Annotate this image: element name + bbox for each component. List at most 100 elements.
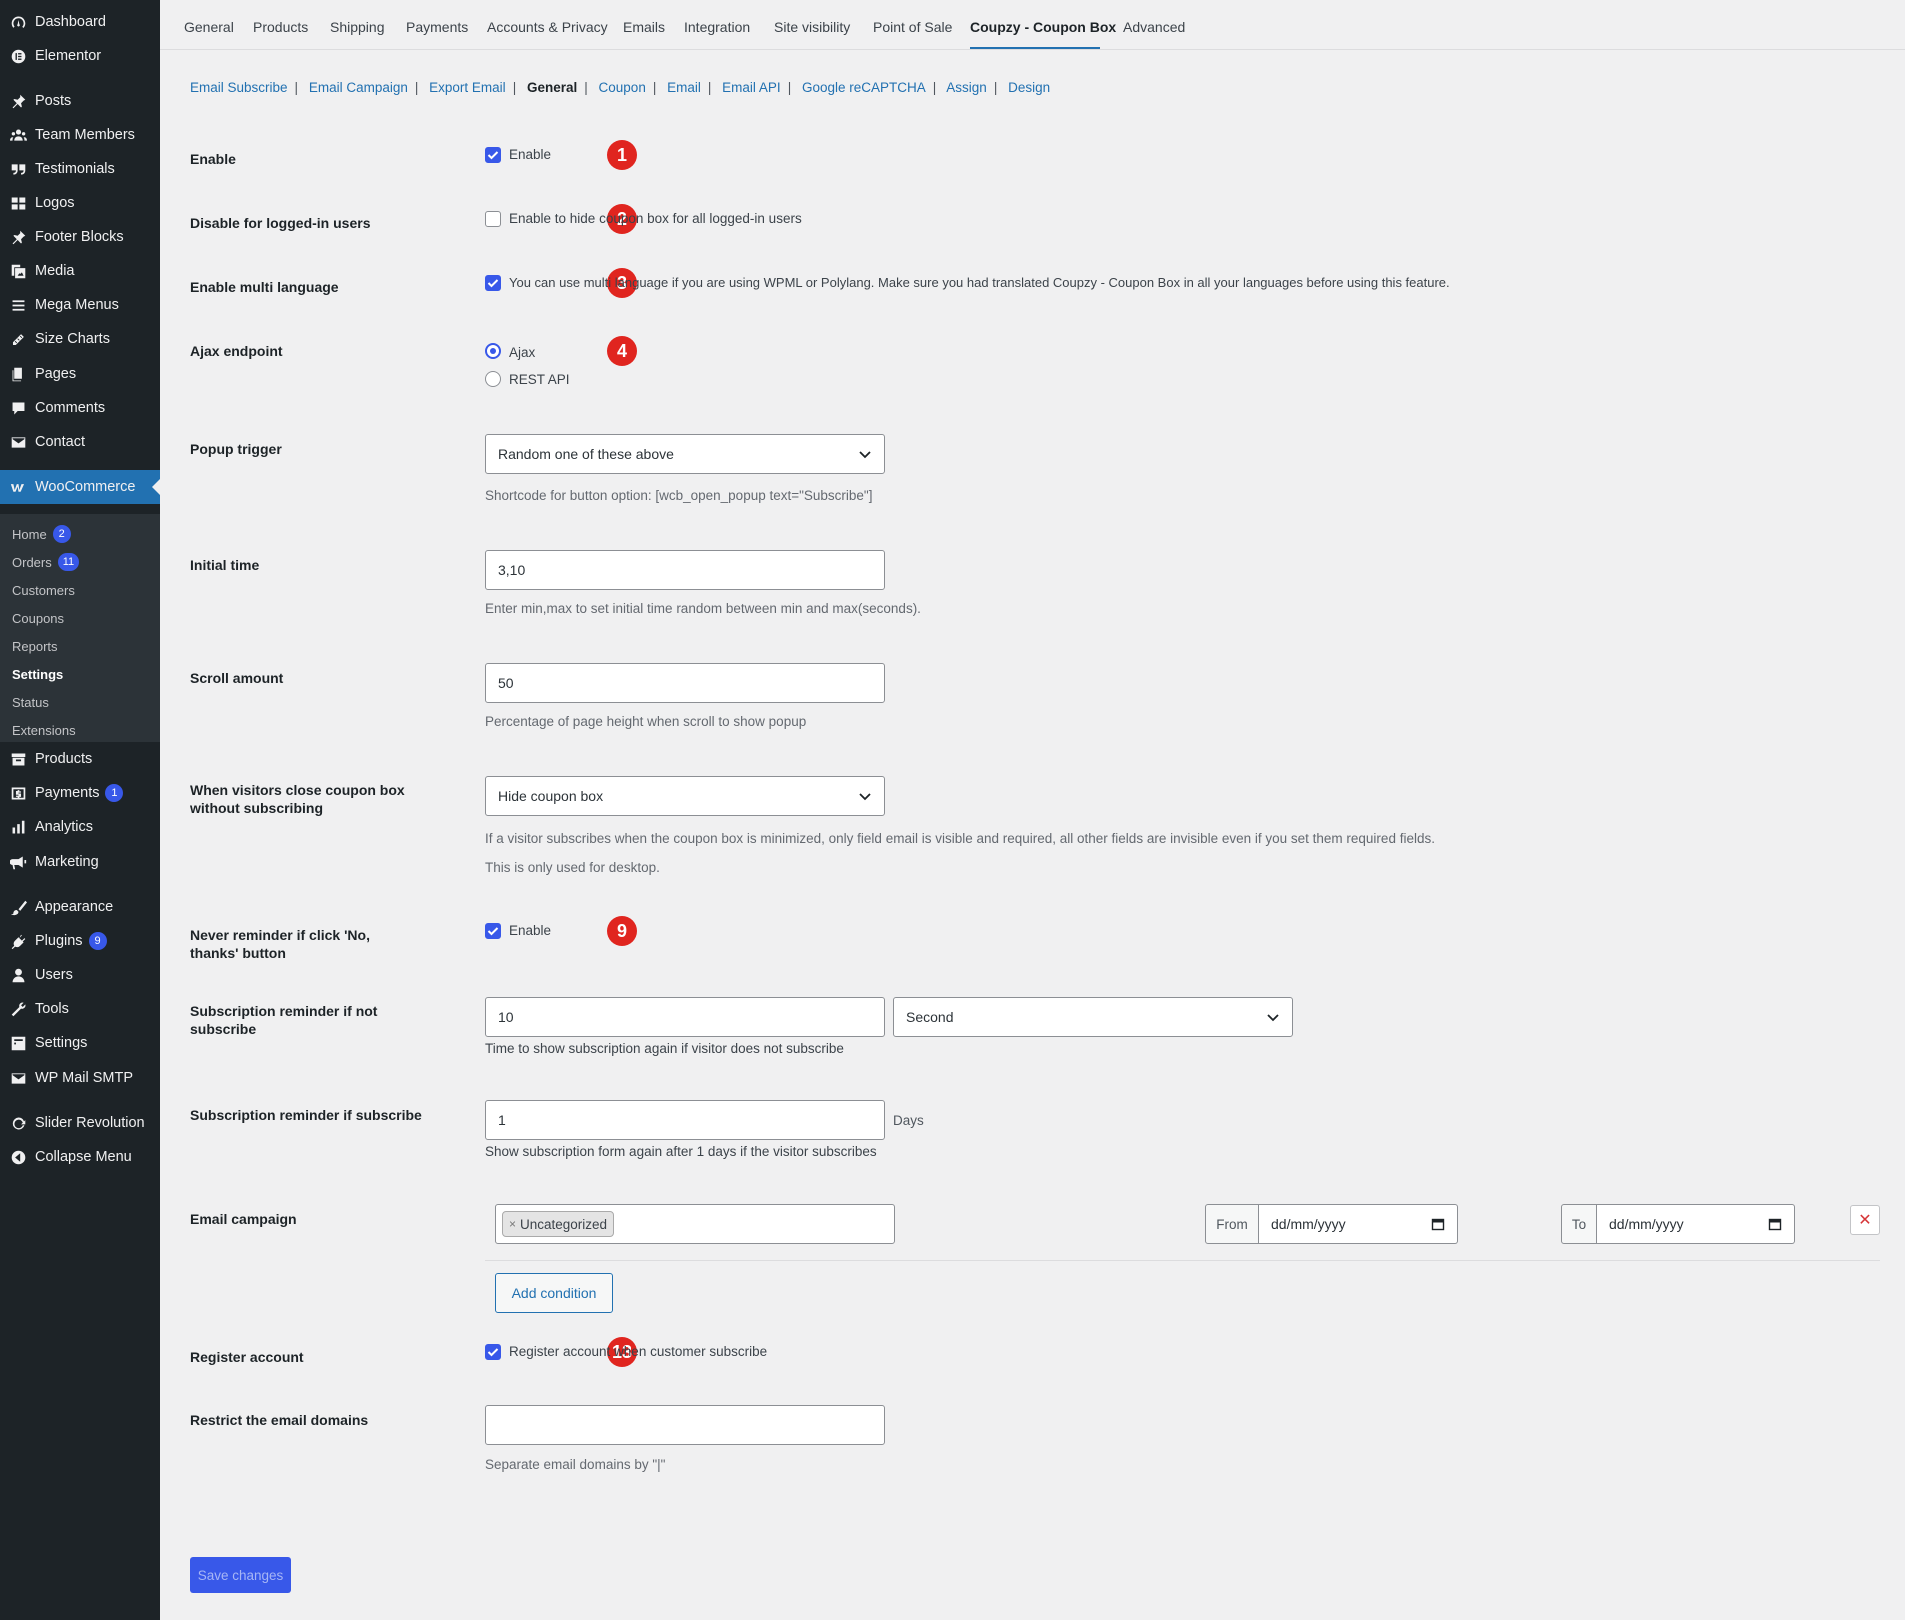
multi-language-checkbox[interactable] <box>485 275 501 291</box>
sidebar-item-products[interactable]: Products <box>0 742 160 776</box>
setting-label-reminder-not-subscribe: Subscription reminder if not subscribe <box>190 1003 378 1037</box>
submenu-item-settings[interactable]: Settings <box>12 664 63 684</box>
calendar-icon[interactable] <box>1768 1217 1782 1231</box>
tab-payments[interactable]: Payments <box>406 19 468 35</box>
remove-condition-button[interactable]: ✕ <box>1850 1205 1880 1235</box>
sidebar-item-mega-menus[interactable]: Mega Menus <box>0 288 160 322</box>
sidebar-item-label: WooCommerce <box>35 479 136 495</box>
tab-site-visibility[interactable]: Site visibility <box>774 19 850 35</box>
sidebar-item-marketing[interactable]: Marketing <box>0 845 160 879</box>
subnav-export-email[interactable]: Export Email <box>429 80 506 95</box>
sidebar-item-footer-blocks[interactable]: Footer Blocks <box>0 220 160 254</box>
sidebar-item-team-members[interactable]: Team Members <box>0 118 160 152</box>
scroll-amount-input[interactable]: 50 <box>485 663 885 703</box>
tab-shipping[interactable]: Shipping <box>330 19 385 35</box>
sidebar-item-woocommerce[interactable]: WooCommerce <box>0 470 160 504</box>
pin-icon <box>9 92 27 110</box>
dashboard-icon <box>9 13 27 31</box>
sidebar-item-media[interactable]: Media <box>0 254 160 288</box>
add-condition-button[interactable]: Add condition <box>495 1273 613 1313</box>
setting-label-register-account: Register account <box>190 1349 304 1365</box>
calendar-icon[interactable] <box>1431 1217 1445 1231</box>
campaign-multiselect[interactable]: × Uncategorized <box>495 1204 895 1244</box>
submenu-item-reports[interactable]: Reports <box>12 636 58 656</box>
submenu-item-customers[interactable]: Customers <box>12 580 75 600</box>
groups-icon <box>9 126 27 144</box>
submenu-item-home[interactable]: Home 2 <box>12 524 71 544</box>
subnav-google-recaptcha[interactable]: Google reCAPTCHA <box>802 80 926 95</box>
subnav-design[interactable]: Design <box>1008 80 1050 95</box>
subnav-general[interactable]: General <box>527 80 577 95</box>
register-account-checkbox[interactable] <box>485 1344 501 1360</box>
disable-logged-in-checkbox[interactable] <box>485 211 501 227</box>
mail-icon <box>9 433 27 451</box>
field-description: Percentage of page height when scroll to… <box>485 714 807 729</box>
sidebar-item-testimonials[interactable]: Testimonials <box>0 152 160 186</box>
sidebar-item-settings[interactable]: Settings <box>0 1026 160 1060</box>
submenu-item-status[interactable]: Status <box>12 692 49 712</box>
reminder-subscribe-input[interactable]: 1 <box>485 1100 885 1140</box>
subnav-email-api[interactable]: Email API <box>722 80 781 95</box>
step-marker: 9 <box>607 916 637 946</box>
sidebar-item-payments[interactable]: Payments 1 <box>0 776 160 810</box>
to-date-input[interactable]: dd/mm/yyyy <box>1597 1204 1795 1244</box>
collapse-menu-button[interactable]: Collapse Menu <box>0 1140 160 1174</box>
quote-icon <box>9 160 27 178</box>
setting-label-never-reminder: Never reminder if click 'No, thanks' but… <box>190 927 370 961</box>
tab-accounts-privacy[interactable]: Accounts & Privacy <box>487 19 608 35</box>
sidebar-item-label: Mega Menus <box>35 297 119 313</box>
sidebar-item-analytics[interactable]: Analytics <box>0 810 160 844</box>
close-action-select[interactable]: Hide coupon box <box>485 776 885 816</box>
setting-label-reminder-subscribe: Subscription reminder if subscribe <box>190 1107 422 1123</box>
settings-tabs: General Products Shipping Payments Accou… <box>160 0 1905 50</box>
sidebar-item-slider-revolution[interactable]: Slider Revolution <box>0 1106 160 1140</box>
sidebar-item-dashboard[interactable]: Dashboard <box>0 5 160 39</box>
sidebar-item-contact[interactable]: Contact <box>0 425 160 459</box>
submenu-item-extensions[interactable]: Extensions <box>12 720 76 740</box>
subnav-coupon[interactable]: Coupon <box>599 80 646 95</box>
sidebar-item-pages[interactable]: Pages <box>0 357 160 391</box>
remove-chip-icon[interactable]: × <box>509 1217 516 1231</box>
sidebar-item-label: Size Charts <box>35 331 110 347</box>
tab-advanced[interactable]: Advanced <box>1123 19 1185 35</box>
rest-api-radio[interactable] <box>485 371 501 387</box>
subnav-email-campaign[interactable]: Email Campaign <box>309 80 408 95</box>
sidebar-item-size-charts[interactable]: Size Charts <box>0 322 160 356</box>
main-content: General Products Shipping Payments Accou… <box>160 0 1905 1620</box>
tab-coupzy-coupon-box[interactable]: Coupzy - Coupon Box <box>970 19 1116 35</box>
reminder-not-subscribe-input[interactable]: 10 <box>485 997 885 1037</box>
sidebar-item-comments[interactable]: Comments <box>0 391 160 425</box>
subnav-assign[interactable]: Assign <box>946 80 987 95</box>
from-date-input[interactable]: dd/mm/yyyy <box>1259 1204 1458 1244</box>
sidebar-item-posts[interactable]: Posts <box>0 84 160 118</box>
setting-label-multi-language: Enable multi language <box>190 279 339 295</box>
popup-trigger-select[interactable]: Random one of these above <box>485 434 885 474</box>
sidebar-item-plugins[interactable]: Plugins 9 <box>0 924 160 958</box>
sidebar-item-logos[interactable]: Logos <box>0 186 160 220</box>
field-description: This is only used for desktop. <box>485 860 660 875</box>
never-reminder-checkbox[interactable] <box>485 923 501 939</box>
sidebar-item-tools[interactable]: Tools <box>0 992 160 1026</box>
subnav-email[interactable]: Email <box>667 80 701 95</box>
reminder-unit-select[interactable]: Second <box>893 997 1293 1037</box>
sidebar-item-elementor[interactable]: Elementor <box>0 39 160 73</box>
sidebar-item-users[interactable]: Users <box>0 958 160 992</box>
tab-point-of-sale[interactable]: Point of Sale <box>873 19 952 35</box>
tab-emails[interactable]: Emails <box>623 19 665 35</box>
sidebar-item-wp-mail-smtp[interactable]: WP Mail SMTP <box>0 1061 160 1095</box>
tab-integration[interactable]: Integration <box>684 19 750 35</box>
sidebar-item-label: Testimonials <box>35 161 115 177</box>
setting-label-close-action: When visitors close coupon box without s… <box>190 782 405 816</box>
initial-time-input[interactable]: 3,10 <box>485 550 885 590</box>
subnav-email-subscribe[interactable]: Email Subscribe <box>190 80 288 95</box>
submenu-item-orders[interactable]: Orders 11 <box>12 552 80 572</box>
tab-general[interactable]: General <box>184 19 234 35</box>
ajax-radio[interactable] <box>485 343 501 359</box>
sidebar-item-appearance[interactable]: Appearance <box>0 890 160 924</box>
enable-checkbox[interactable] <box>485 147 501 163</box>
save-changes-button[interactable]: Save changes <box>190 1557 291 1593</box>
tab-products[interactable]: Products <box>253 19 308 35</box>
restrict-domains-input[interactable] <box>485 1405 885 1445</box>
checkbox-label: Enable <box>509 147 552 162</box>
submenu-item-coupons[interactable]: Coupons <box>12 608 64 628</box>
